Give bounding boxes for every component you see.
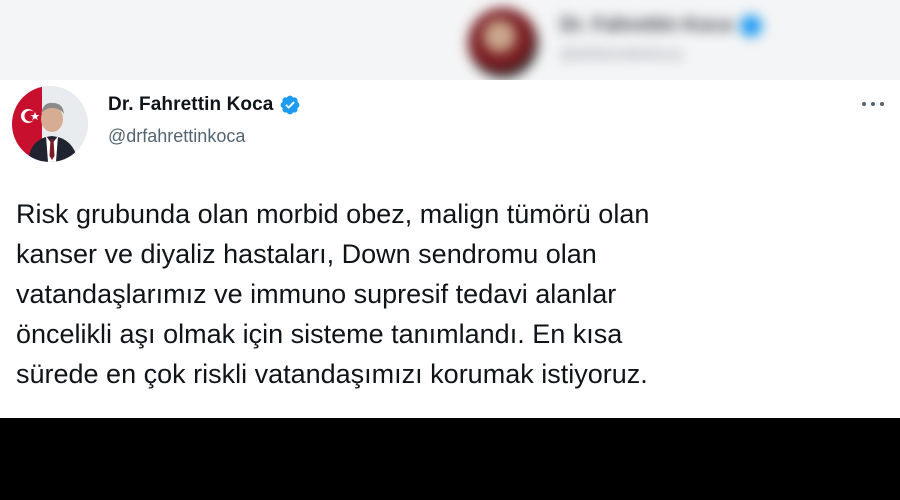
blurred-tweet-preview: Dr. Fahrettin Koca @drfahrettinkoca [440, 0, 900, 80]
author-name-row[interactable]: Dr. Fahrettin Koca [108, 94, 301, 116]
screenshot-page: Dr. Fahrettin Koca @drfahrettinkoca Dr. … [0, 0, 900, 500]
tweet-text-line: kanser ve diyaliz hastaları, Down sendro… [16, 239, 597, 269]
avatar[interactable] [12, 86, 88, 162]
tweet-text-line: Risk grubunda olan morbid obez, malign t… [16, 199, 650, 229]
more-options-icon[interactable] [858, 96, 888, 112]
verified-badge-icon [281, 95, 300, 115]
tweet-card: Dr. Fahrettin Koca @drfahrettinkoca Risk… [0, 80, 900, 418]
blurred-display-name: Dr. Fahrettin Koca [560, 14, 763, 37]
blurred-handle: @drfahrettinkoca [560, 46, 683, 63]
tweet-text-line: sürede en çok riskli vatandaşımızı korum… [16, 359, 648, 389]
blurred-verified-icon [740, 14, 763, 37]
dot [871, 102, 875, 106]
blurred-name-text: Dr. Fahrettin Koca [560, 14, 733, 36]
blurred-background-header: Dr. Fahrettin Koca @drfahrettinkoca [0, 0, 900, 80]
dot [862, 102, 866, 106]
profile-photo-icon [12, 86, 88, 162]
blurred-avatar [468, 8, 538, 78]
tweet-text-line: vatandaşlarımız ve immuno supresif tedav… [16, 279, 617, 309]
tweet-text: Risk grubunda olan morbid obez, malign t… [16, 194, 888, 394]
tweet-text-line: öncelikli aşı olmak için sisteme tanımla… [16, 319, 623, 349]
display-name[interactable]: Dr. Fahrettin Koca [108, 94, 273, 116]
dot [880, 102, 884, 106]
author-handle[interactable]: @drfahrettinkoca [108, 126, 245, 147]
black-bottom-bar [0, 418, 900, 500]
